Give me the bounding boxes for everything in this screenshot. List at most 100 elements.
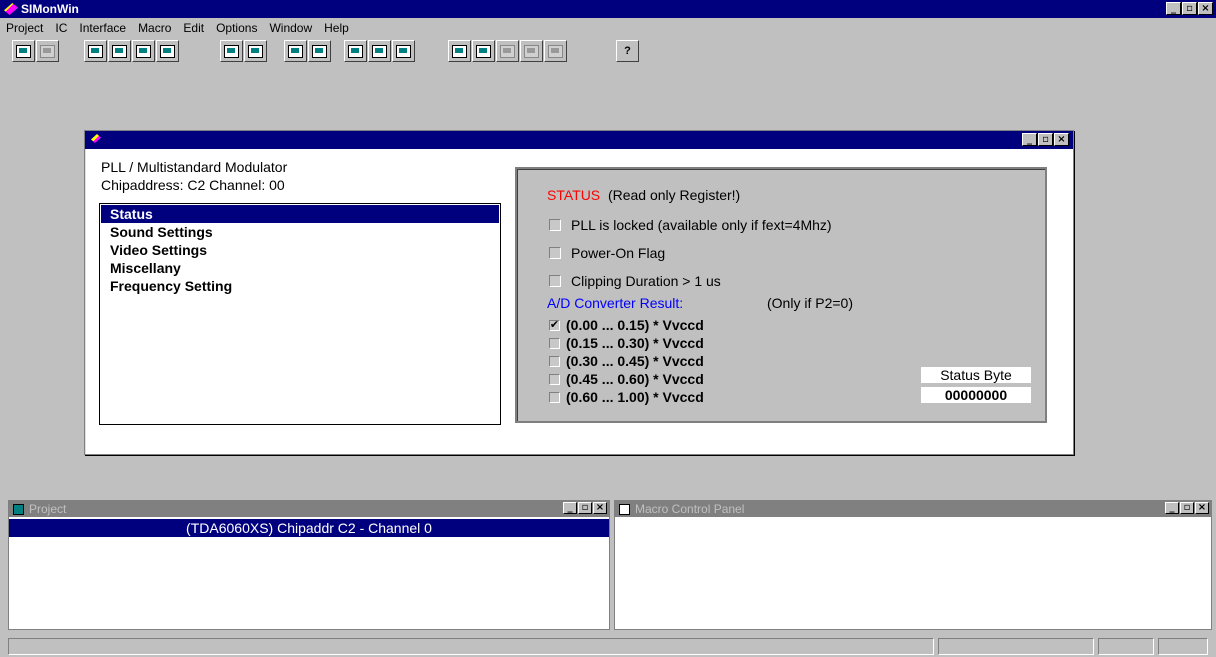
macro-edit-button[interactable] — [344, 40, 367, 62]
menu-edit[interactable]: Edit — [177, 21, 210, 35]
project-titlebar[interactable]: Project _ ▫ × — [9, 501, 609, 517]
macro-pause-button[interactable] — [544, 40, 567, 62]
macro-open-button[interactable] — [448, 40, 471, 62]
status-byte-label: Status Byte — [921, 367, 1031, 383]
help-icon: ? — [624, 45, 631, 57]
modulator-titlebar[interactable]: _ ▫ × — [85, 131, 1073, 149]
app-title: SIMonWin — [21, 2, 79, 16]
save-project-icon — [40, 44, 55, 58]
settings-view-button[interactable] — [156, 40, 179, 62]
upload-button[interactable] — [220, 40, 243, 62]
flag-pll-locked-checkbox — [549, 219, 561, 231]
restore-button[interactable]: ▫ — [1182, 2, 1197, 15]
menu-window[interactable]: Window — [263, 21, 318, 35]
menu-help[interactable]: Help — [318, 21, 355, 35]
adc-result-label: A/D Converter Result: — [547, 295, 684, 311]
status-panel: STATUS (Read only Register!) PLL is lock… — [515, 167, 1047, 423]
adc-range-3-checkbox — [549, 373, 560, 385]
register-view-icon — [112, 44, 127, 58]
status-pane-main — [8, 638, 934, 655]
menu-interface[interactable]: Interface — [73, 21, 132, 35]
macro-close-button[interactable]: × — [1195, 502, 1209, 514]
bus-write-icon — [312, 44, 327, 58]
minimize-button[interactable]: _ — [1166, 2, 1181, 15]
app-icon — [4, 3, 18, 15]
settings-list[interactable]: Status Sound Settings Video Settings Mis… — [99, 203, 501, 425]
macro-panel-icon — [619, 503, 630, 515]
project-tree-item[interactable]: (TDA6060XS) Chipaddr C2 - Channel 0 — [9, 519, 609, 537]
adc-range-3: (0.45 ... 0.60) * Vvccd — [549, 371, 704, 387]
modulator-window-controls: _ ▫ × — [1022, 133, 1069, 146]
modulator-minimize-button[interactable]: _ — [1022, 133, 1037, 146]
macro-edit-icon — [348, 44, 363, 58]
macro-insert-icon — [396, 44, 411, 58]
close-button[interactable]: × — [1198, 2, 1213, 15]
status-title: STATUS — [547, 187, 601, 203]
list-item-status[interactable]: Status — [101, 205, 499, 223]
status-heading: STATUS (Read only Register!) — [547, 187, 740, 203]
status-note: (Read only Register!) — [607, 187, 741, 203]
macro-control-panel: Macro Control Panel _ ▫ × — [614, 500, 1212, 630]
macro-record-button[interactable] — [368, 40, 391, 62]
save-project-button[interactable] — [36, 40, 59, 62]
upload-icon — [224, 44, 239, 58]
macro-panel-title: Macro Control Panel — [635, 502, 745, 516]
adc-range-4-label: (0.60 ... 1.00) * Vvccd — [566, 389, 704, 405]
flag-pll-locked: PLL is locked (available only if fext=4M… — [549, 217, 832, 233]
menu-project[interactable]: Project — [0, 21, 49, 35]
menu-ic[interactable]: IC — [49, 21, 73, 35]
project-title: Project — [29, 502, 67, 516]
list-item-sound-settings[interactable]: Sound Settings — [101, 223, 499, 241]
new-project-button[interactable] — [12, 40, 35, 62]
list-item-miscellany[interactable]: Miscellany — [101, 259, 499, 277]
help-button[interactable]: ? — [616, 40, 639, 62]
status-bar — [0, 636, 1216, 657]
adc-range-2-label: (0.30 ... 0.45) * Vvccd — [566, 353, 704, 369]
add-ic-button[interactable] — [84, 40, 107, 62]
macro-record-icon — [372, 44, 387, 58]
project-window-controls: _ ▫ × — [563, 502, 607, 514]
macro-maximize-button[interactable]: ▫ — [1180, 502, 1194, 514]
list-item-frequency-setting[interactable]: Frequency Setting — [101, 277, 499, 295]
project-maximize-button[interactable]: ▫ — [578, 502, 592, 514]
list-item-video-settings[interactable]: Video Settings — [101, 241, 499, 259]
adc-range-0: ✔ (0.00 ... 0.15) * Vvccd — [549, 317, 704, 333]
toolbar: ? — [0, 38, 1216, 66]
menu-macro[interactable]: Macro — [132, 21, 177, 35]
adc-range-0-checkbox: ✔ — [549, 319, 560, 331]
lightning-icon — [500, 44, 515, 58]
macro-step-button[interactable] — [496, 40, 519, 62]
download-button[interactable] — [244, 40, 267, 62]
adc-range-0-label: (0.00 ... 0.15) * Vvccd — [566, 317, 704, 333]
window-icon — [91, 134, 101, 143]
register-view-button[interactable] — [108, 40, 131, 62]
macro-insert-button[interactable] — [392, 40, 415, 62]
macro-minimize-button[interactable]: _ — [1165, 502, 1179, 514]
module-address: Chipaddress: C2 Channel: 00 — [101, 177, 285, 193]
project-close-button[interactable]: × — [593, 502, 607, 514]
bus-write-button[interactable] — [308, 40, 331, 62]
macro-stop-button[interactable] — [520, 40, 543, 62]
menu-bar: Project IC Interface Macro Edit Options … — [0, 18, 1216, 38]
table-view-icon — [136, 44, 151, 58]
table-view-button[interactable] — [132, 40, 155, 62]
modulator-close-button[interactable]: × — [1054, 133, 1069, 146]
flag-clipping-duration: Clipping Duration > 1 us — [549, 273, 721, 289]
bus-read-button[interactable] — [284, 40, 307, 62]
menu-options[interactable]: Options — [210, 21, 263, 35]
adc-range-4: (0.60 ... 1.00) * Vvccd — [549, 389, 704, 405]
status-pane-2 — [938, 638, 1094, 655]
status-pane-3 — [1098, 638, 1154, 655]
project-panel: Project _ ▫ × (TDA6060XS) Chipaddr C2 - … — [8, 500, 610, 630]
app-window-controls: _ ▫ × — [1166, 2, 1213, 15]
project-minimize-button[interactable]: _ — [563, 502, 577, 514]
macro-run-button[interactable] — [472, 40, 495, 62]
macro-titlebar[interactable]: Macro Control Panel _ ▫ × — [615, 501, 1211, 517]
status-byte-value: 00000000 — [921, 387, 1031, 403]
modulator-maximize-button[interactable]: ▫ — [1038, 133, 1053, 146]
app-titlebar: SIMonWin _ ▫ × — [0, 0, 1216, 18]
flag-pll-locked-label: PLL is locked (available only if fext=4M… — [571, 217, 832, 233]
flag-clipping-checkbox — [549, 275, 561, 287]
macro-open-icon — [452, 44, 467, 58]
flag-power-on-label: Power-On Flag — [571, 245, 666, 261]
